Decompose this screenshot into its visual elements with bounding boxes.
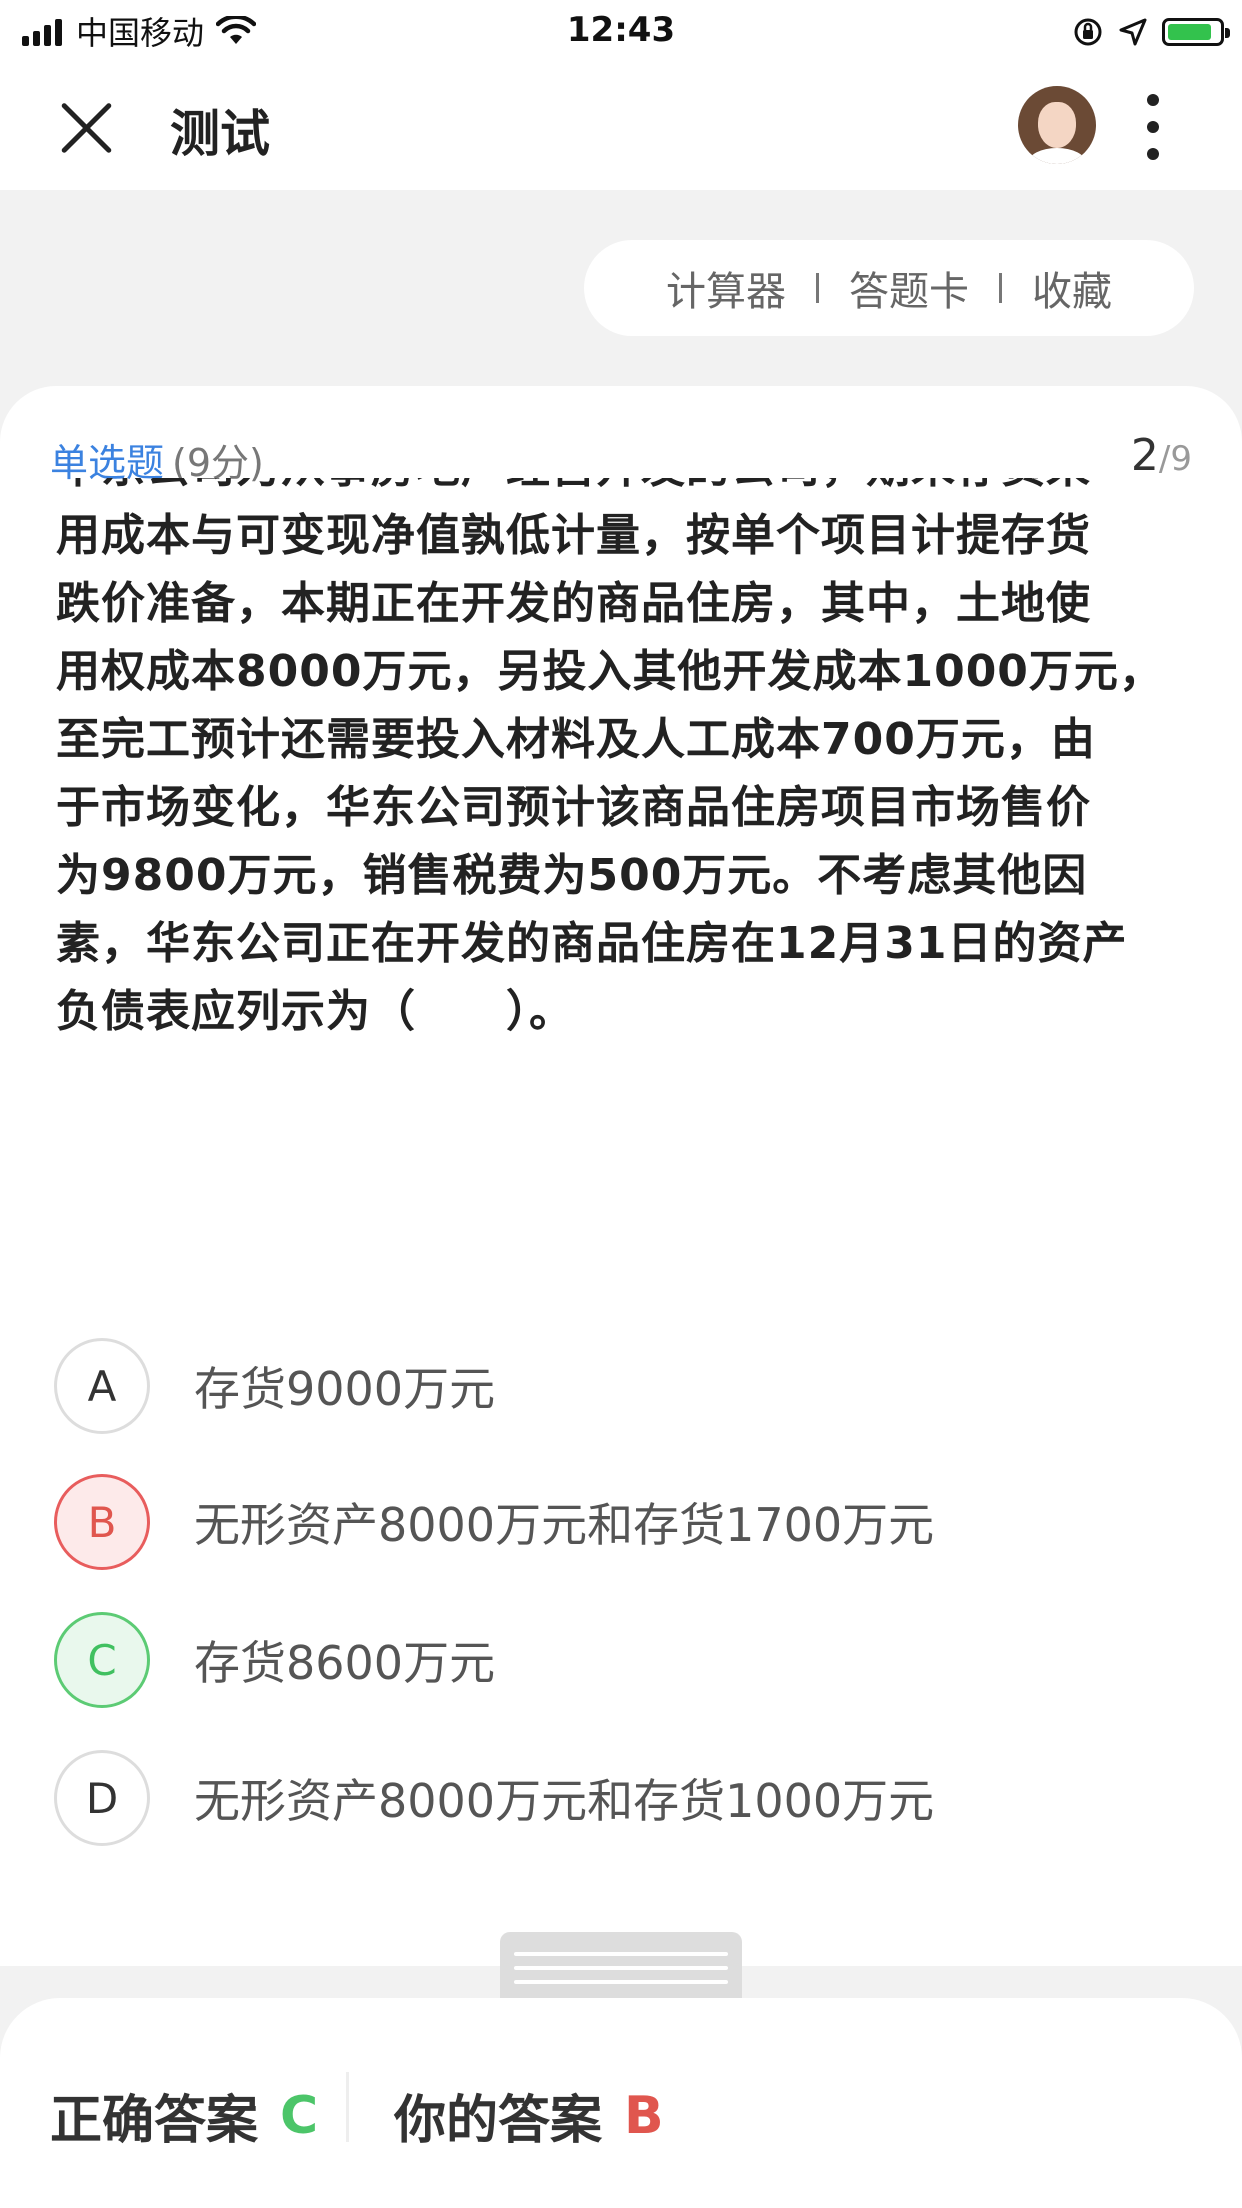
- divider: [816, 273, 819, 303]
- question-line: 为9800万元，销售税费为500万元。不考虑其他因: [56, 850, 1088, 901]
- option-letter: D: [54, 1750, 150, 1846]
- calculator-button[interactable]: 计算器: [666, 259, 786, 317]
- question-line: 至完工预计还需要投入材料及人工成本700万元，由: [56, 714, 1096, 765]
- option-letter: A: [54, 1338, 150, 1434]
- drawer-handle[interactable]: [500, 1932, 742, 2002]
- question-total: /9: [1158, 439, 1192, 479]
- question-progress: 2/9: [1131, 430, 1192, 481]
- location-icon: [1119, 18, 1147, 46]
- correct-answer-label: 正确答案: [50, 2091, 259, 2151]
- question-current: 2: [1130, 430, 1159, 481]
- question-line: 素，华东公司正在开发的商品住房在12月31日的资产: [56, 918, 1128, 969]
- question-card: 单选题(9分) 2/9 华东公司为从事房地产经营开发的公司，期末存货采 用成本与…: [0, 386, 1242, 1966]
- divider: [999, 273, 1002, 303]
- answer-card-button[interactable]: 答题卡: [849, 259, 969, 317]
- option-letter: C: [54, 1612, 150, 1708]
- your-answer-label: 你的答案: [394, 2091, 603, 2151]
- option-text: 存货9000万元: [194, 1362, 496, 1416]
- more-vertical-icon[interactable]: [1142, 94, 1164, 160]
- correct-answer-value: C: [280, 2085, 319, 2146]
- avatar[interactable]: [1018, 86, 1096, 164]
- option-text: 存货8600万元: [194, 1636, 496, 1690]
- question-line: 于市场变化，华东公司预计该商品住房项目市场售价: [56, 782, 1091, 833]
- status-bar: 中国移动 12:43: [0, 0, 1242, 62]
- option-c[interactable]: C 存货8600万元: [54, 1610, 495, 1710]
- your-answer-value: B: [624, 2085, 664, 2146]
- correct-answer: 正确答案 C: [50, 2078, 318, 2153]
- nav-bar: 测试: [0, 62, 1242, 190]
- question-line: 华东公司为从事房地产经营开发的公司，期末存货采: [56, 478, 1186, 502]
- close-icon[interactable]: [56, 98, 116, 158]
- your-answer: 你的答案 B: [394, 2078, 664, 2153]
- option-text: 无形资产8000万元和存货1000万元: [194, 1774, 935, 1828]
- question-text: 华东公司为从事房地产经营开发的公司，期末存货采 用成本与可变现净值孰低计量，按单…: [56, 478, 1186, 1078]
- status-time: 12:43: [566, 10, 676, 50]
- divider: [346, 2072, 349, 2142]
- favorite-button[interactable]: 收藏: [1032, 259, 1112, 317]
- page-title: 测试: [170, 105, 270, 163]
- question-line: 用成本与可变现净值孰低计量，按单个项目计提存货: [56, 510, 1091, 561]
- answer-panel: 正确答案 C 你的答案 B: [0, 1998, 1242, 2208]
- orientation-lock-icon: [1074, 18, 1102, 46]
- option-text: 无形资产8000万元和存货1700万元: [194, 1498, 935, 1552]
- option-a[interactable]: A 存货9000万元: [54, 1336, 495, 1436]
- option-letter: B: [54, 1474, 150, 1570]
- question-line: 跌价准备，本期正在开发的商品住房，其中，土地使: [56, 578, 1091, 629]
- battery-charging-icon: [1162, 18, 1230, 46]
- option-b[interactable]: B 无形资产8000万元和存货1700万元: [54, 1472, 934, 1572]
- question-line: 用权成本8000万元，另投入其他开发成本1000万元，: [56, 646, 1164, 697]
- option-d[interactable]: D 无形资产8000万元和存货1000万元: [54, 1748, 934, 1848]
- question-line: 负债表应列示为（ ）。: [56, 986, 574, 1037]
- tool-bar: 计算器 答题卡 收藏: [584, 240, 1194, 336]
